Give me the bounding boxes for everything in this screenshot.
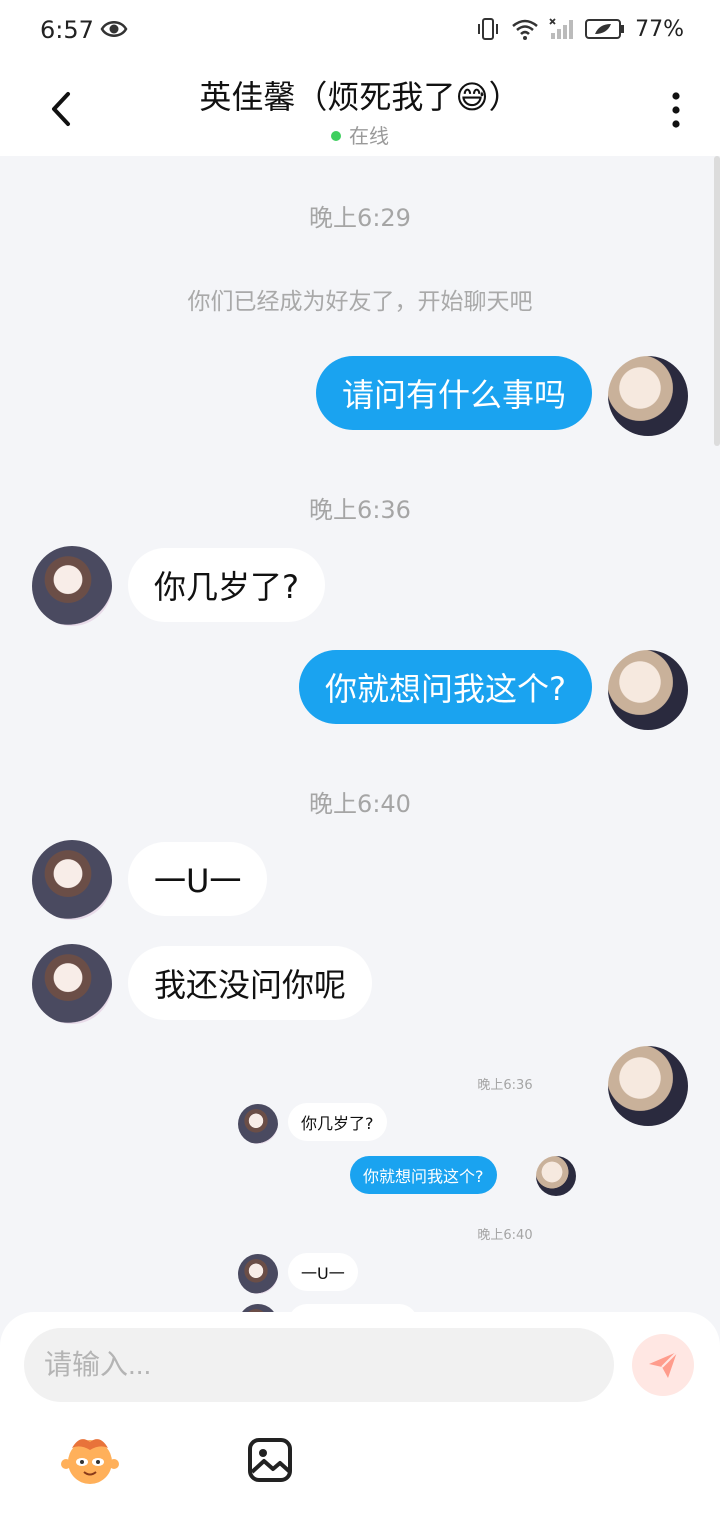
online-dot bbox=[331, 130, 341, 141]
quoted-incoming-message: 一U一 bbox=[288, 1253, 358, 1291]
outgoing-message[interactable]: 你就想问我这个? bbox=[299, 650, 592, 724]
status-bar: 6:57 77% bbox=[0, 0, 720, 62]
signal-icon bbox=[549, 18, 574, 39]
vibrate-icon bbox=[478, 18, 499, 40]
avatar-contact[interactable] bbox=[32, 840, 112, 920]
status-time: 6:57 bbox=[40, 16, 94, 44]
battery-percent: 77% bbox=[635, 16, 684, 42]
quoted-incoming-message: 你几岁了? bbox=[288, 1103, 387, 1141]
wifi-icon bbox=[512, 19, 538, 40]
send-icon bbox=[649, 1351, 678, 1378]
timestamp: 晚上6:36 bbox=[309, 496, 411, 524]
incoming-message[interactable]: 你几岁了? bbox=[128, 548, 325, 622]
incoming-message[interactable]: 我还没问你呢 bbox=[128, 946, 373, 1020]
avatar-self[interactable] bbox=[608, 356, 688, 436]
quoted-timestamp: 晚上6:36 bbox=[477, 1078, 533, 1093]
more-vertical-icon[interactable] bbox=[668, 90, 684, 130]
quoted-outgoing-message: 你就想问我这个? bbox=[350, 1156, 497, 1194]
chat-header: 英佳馨（烦死我了😅） 在线 bbox=[0, 62, 720, 156]
input-bar bbox=[0, 1312, 720, 1520]
battery-icon bbox=[585, 19, 625, 39]
image-icon[interactable] bbox=[246, 1436, 294, 1484]
chat-area[interactable]: 晚上6:29 你们已经成为好友了，开始聊天吧 请问有什么事吗 晚上6:36 你几… bbox=[0, 156, 720, 1316]
timestamp: 晚上6:40 bbox=[309, 790, 411, 818]
presence-label: 在线 bbox=[349, 124, 389, 148]
quoted-timestamp: 晚上6:40 bbox=[477, 1228, 533, 1243]
outgoing-message[interactable]: 请问有什么事吗 bbox=[315, 356, 592, 430]
screenshot-image-message[interactable]: 晚上6:36 你几岁了? 你就想问我这个? 晚上6:40 一U一 bbox=[230, 1046, 690, 1316]
message-input[interactable] bbox=[24, 1328, 614, 1402]
avatar-contact[interactable] bbox=[32, 944, 112, 1024]
timestamp: 晚上6:29 bbox=[309, 204, 411, 232]
quoted-avatar-contact bbox=[238, 1104, 278, 1144]
quoted-avatar-contact bbox=[238, 1254, 278, 1294]
emoji-sticker-icon[interactable] bbox=[60, 1432, 120, 1488]
avatar-contact[interactable] bbox=[32, 546, 112, 626]
status-right: 77% bbox=[475, 16, 684, 42]
eye-icon bbox=[100, 21, 128, 37]
incoming-message[interactable]: 一U一 bbox=[128, 842, 268, 916]
system-message: 你们已经成为好友了，开始聊天吧 bbox=[187, 289, 533, 315]
contact-name: 英佳馨（烦死我了😅） bbox=[199, 78, 521, 116]
quoted-avatar-self bbox=[536, 1156, 576, 1196]
presence-status: 在线 bbox=[0, 120, 720, 149]
send-button[interactable] bbox=[632, 1334, 694, 1396]
avatar-self[interactable] bbox=[608, 650, 688, 730]
